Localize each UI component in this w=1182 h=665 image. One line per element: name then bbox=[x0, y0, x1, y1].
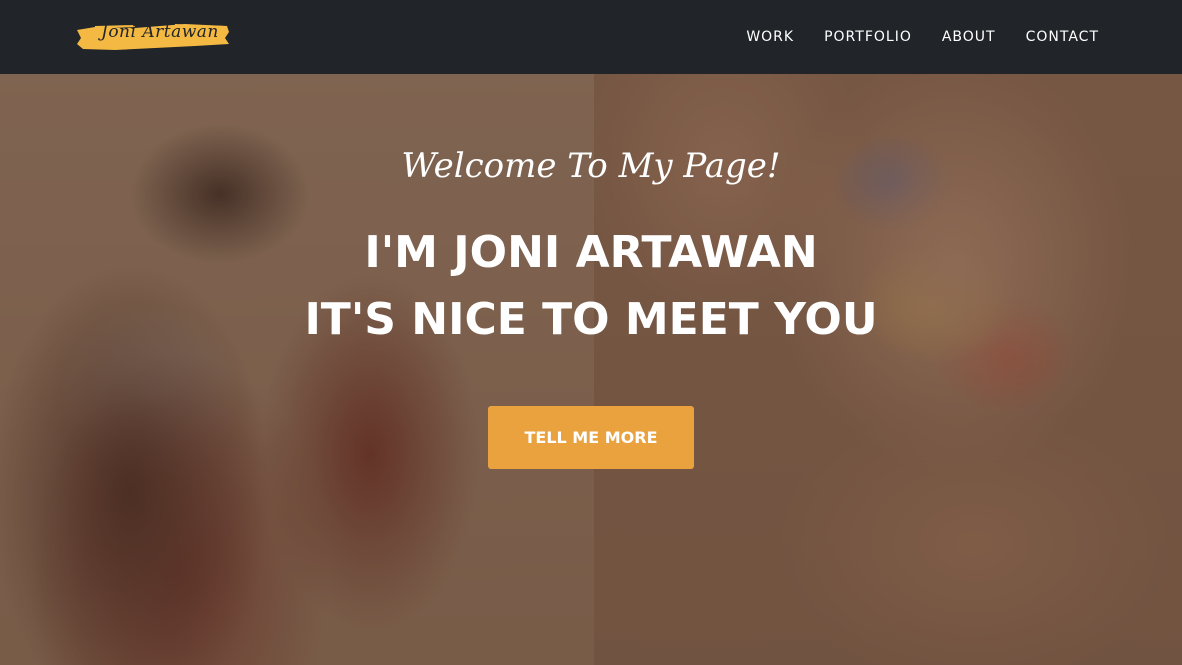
hero-content: Welcome To My Page! I'M JONI ARTAWAN IT'… bbox=[0, 74, 1182, 665]
hero-heading-line-1: I'M JONI ARTAWAN bbox=[364, 227, 818, 278]
hero-subheading: Welcome To My Page! bbox=[401, 146, 781, 186]
navbar: Joni Artawan WORK PORTFOLIO ABOUT CONTAC… bbox=[0, 0, 1182, 74]
nav-item-contact[interactable]: CONTACT bbox=[1026, 29, 1099, 45]
hero-heading-line-2: IT'S NICE TO MEET YOU bbox=[304, 294, 878, 345]
hero-section: Welcome To My Page! I'M JONI ARTAWAN IT'… bbox=[0, 74, 1182, 665]
main-nav: WORK PORTFOLIO ABOUT CONTACT bbox=[746, 0, 1099, 74]
nav-item-portfolio[interactable]: PORTFOLIO bbox=[824, 29, 912, 45]
logo-text: Joni Artawan bbox=[101, 22, 219, 42]
tell-me-more-button[interactable]: TELL ME MORE bbox=[488, 406, 694, 469]
brand-logo[interactable]: Joni Artawan bbox=[75, 18, 231, 54]
nav-item-work[interactable]: WORK bbox=[746, 29, 794, 45]
hero-heading: I'M JONI ARTAWAN IT'S NICE TO MEET YOU bbox=[0, 219, 1182, 353]
nav-item-about[interactable]: ABOUT bbox=[942, 29, 996, 45]
